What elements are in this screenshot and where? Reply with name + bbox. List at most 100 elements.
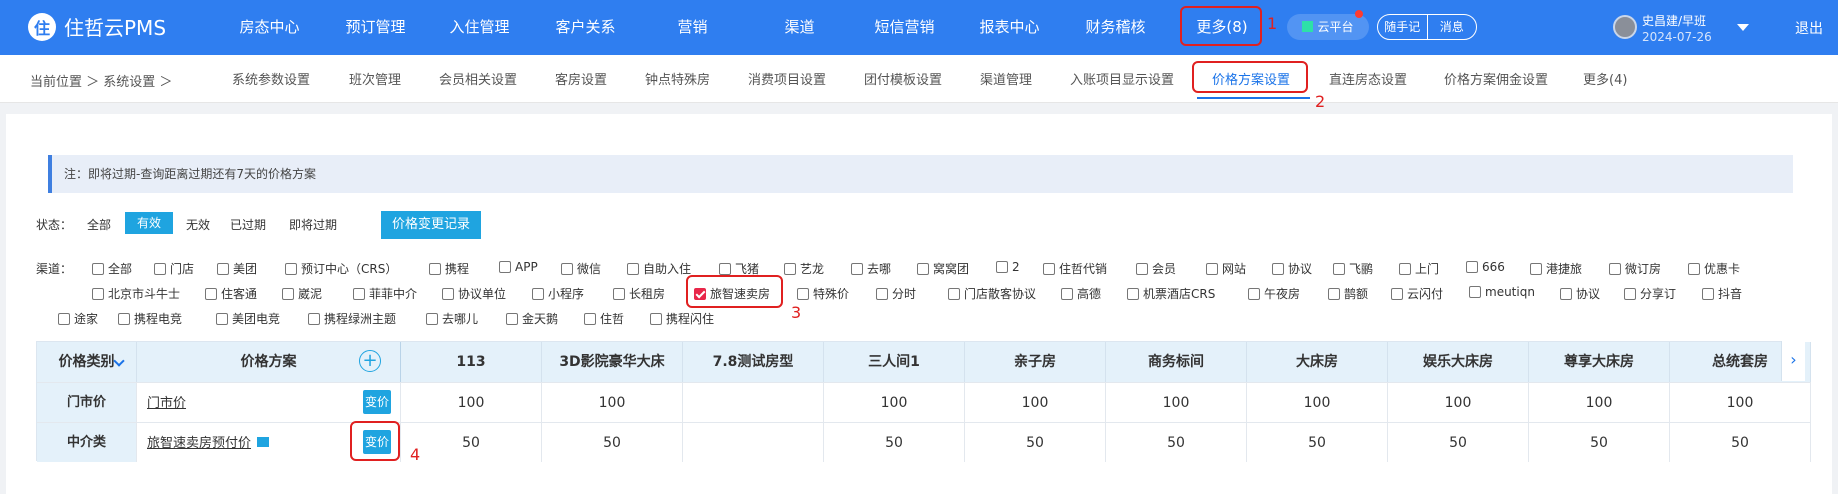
checkbox-icon[interactable] xyxy=(784,262,796,275)
channel-checkbox[interactable]: 美团电竞 xyxy=(216,310,280,327)
checkbox-icon[interactable] xyxy=(876,287,888,300)
subnav-direct-room[interactable]: 直连房态设置 xyxy=(1329,69,1407,88)
channel-checkbox[interactable]: 金天鹅 xyxy=(506,310,558,327)
checkbox-icon[interactable] xyxy=(851,262,863,275)
checkbox-icon[interactable] xyxy=(561,262,573,275)
checkbox-icon[interactable] xyxy=(1624,287,1636,300)
checkbox-icon[interactable] xyxy=(532,287,544,300)
avatar[interactable] xyxy=(1613,15,1637,39)
price-cell[interactable] xyxy=(683,382,824,422)
subnav-more[interactable]: 更多(4) xyxy=(1583,69,1627,88)
channel-checkbox[interactable]: 分享订 xyxy=(1624,285,1676,302)
checkbox-icon[interactable] xyxy=(506,312,518,325)
subnav-group-template[interactable]: 团付模板设置 xyxy=(864,69,942,88)
checkbox-icon[interactable] xyxy=(719,262,731,275)
channel-checkbox[interactable]: 午夜房 xyxy=(1248,285,1300,302)
channel-checkbox[interactable]: 住哲代销 xyxy=(1043,260,1107,277)
checkbox-icon[interactable] xyxy=(996,261,1008,273)
checkbox-icon[interactable] xyxy=(92,262,104,275)
channel-checkbox[interactable]: 鹊额 xyxy=(1328,285,1368,302)
checkbox-icon[interactable] xyxy=(285,262,297,275)
checkbox-icon[interactable] xyxy=(92,287,104,300)
app-logo[interactable]: 住 住哲云PMS xyxy=(28,12,166,41)
checkbox-icon[interactable] xyxy=(1328,287,1340,300)
channel-checkbox[interactable]: 去哪 xyxy=(851,260,891,277)
channel-checkbox[interactable]: 携程绿洲主题 xyxy=(308,310,396,327)
channel-checkbox[interactable]: 会员 xyxy=(1136,260,1176,277)
channel-checkbox[interactable]: 优惠卡 xyxy=(1688,260,1740,277)
checkbox-icon[interactable] xyxy=(308,312,320,325)
channel-checkbox[interactable]: 分时 xyxy=(876,285,916,302)
channel-checkbox[interactable]: 长租房 xyxy=(613,285,665,302)
channel-checkbox[interactable]: APP xyxy=(499,260,538,274)
status-all[interactable]: 全部 xyxy=(87,216,111,233)
checkbox-icon[interactable] xyxy=(1136,262,1148,275)
price-cell[interactable]: 100 xyxy=(1529,382,1670,422)
status-expiring[interactable]: 即将过期 xyxy=(289,216,337,233)
channel-checkbox[interactable]: 住客通 xyxy=(205,285,257,302)
price-cell[interactable]: 100 xyxy=(1106,382,1247,422)
checkbox-icon[interactable] xyxy=(584,312,596,325)
price-cell[interactable]: 100 xyxy=(1247,382,1388,422)
channel-checkbox[interactable]: 666 xyxy=(1466,260,1505,274)
nav-channel[interactable]: 渠道 xyxy=(752,0,847,55)
channel-checkbox[interactable]: 港捷旅 xyxy=(1530,260,1582,277)
status-invalid[interactable]: 无效 xyxy=(186,216,210,233)
channel-checkbox[interactable]: 门店 xyxy=(154,260,194,277)
price-cell[interactable]: 50 xyxy=(1106,422,1247,462)
checkbox-icon[interactable] xyxy=(154,262,166,275)
logout-button[interactable]: 退出 xyxy=(1795,18,1823,38)
checkbox-icon[interactable] xyxy=(1466,261,1478,273)
change-price-button[interactable]: 变价 xyxy=(363,390,391,414)
message-button[interactable]: 消息 xyxy=(1428,15,1477,39)
checkbox-icon[interactable] xyxy=(1469,286,1481,298)
channel-checkbox[interactable]: 小程序 xyxy=(532,285,584,302)
channel-checkbox[interactable]: 2 xyxy=(996,260,1020,274)
price-cell[interactable]: 100 xyxy=(965,382,1106,422)
checkbox-icon[interactable] xyxy=(1061,287,1073,300)
price-cell[interactable]: 50 xyxy=(401,422,542,462)
subnav-system-params[interactable]: 系统参数设置 xyxy=(232,69,310,88)
channel-checkbox[interactable]: 飞鹂 xyxy=(1333,260,1373,277)
checkbox-icon[interactable] xyxy=(426,312,438,325)
checkbox-icon[interactable] xyxy=(1688,262,1700,275)
channel-checkbox[interactable]: 微订房 xyxy=(1609,260,1661,277)
checkbox-icon[interactable] xyxy=(917,262,929,275)
checkbox-icon[interactable] xyxy=(797,287,809,300)
price-cell[interactable]: 50 xyxy=(1247,422,1388,462)
nav-report[interactable]: 报表中心 xyxy=(962,0,1057,55)
checkbox-icon[interactable] xyxy=(353,287,365,300)
channel-checkbox[interactable]: 微信 xyxy=(561,260,601,277)
price-cell[interactable] xyxy=(683,422,824,462)
checkbox-icon[interactable] xyxy=(1272,262,1284,275)
status-valid[interactable]: 有效 xyxy=(125,212,174,234)
channel-checkbox[interactable]: 抖音 xyxy=(1702,285,1742,302)
chevron-right-icon[interactable]: › xyxy=(1781,341,1805,381)
checkbox-icon[interactable] xyxy=(118,312,130,325)
price-cell[interactable]: 50 xyxy=(542,422,683,462)
subnav-channel-manage[interactable]: 渠道管理 xyxy=(980,69,1032,88)
channel-checkbox[interactable]: 携程闪住 xyxy=(650,310,714,327)
channel-checkbox[interactable]: 菲菲中介 xyxy=(353,285,417,302)
checkbox-icon[interactable] xyxy=(1560,287,1572,300)
nav-finance[interactable]: 财务稽核 xyxy=(1068,0,1163,55)
checkbox-icon[interactable] xyxy=(1530,262,1542,275)
channel-checkbox[interactable]: 美团 xyxy=(217,260,257,277)
user-menu-caret-icon[interactable] xyxy=(1737,24,1749,31)
channel-checkbox[interactable]: 特殊价 xyxy=(797,285,849,302)
checkbox-icon[interactable] xyxy=(205,287,217,300)
price-cell[interactable]: 100 xyxy=(401,382,542,422)
price-cell[interactable]: 100 xyxy=(824,382,965,422)
checkbox-icon[interactable] xyxy=(948,287,960,300)
channel-checkbox[interactable]: 云闪付 xyxy=(1391,285,1443,302)
channel-checkbox[interactable]: 高德 xyxy=(1061,285,1101,302)
checkbox-icon[interactable] xyxy=(1248,287,1260,300)
channel-checkbox[interactable]: 携程 xyxy=(429,260,469,277)
checkbox-icon[interactable] xyxy=(1399,262,1411,275)
channel-checkbox[interactable]: 崴泥 xyxy=(282,285,322,302)
checkbox-icon[interactable] xyxy=(1702,287,1714,300)
price-cell[interactable]: 100 xyxy=(1388,382,1529,422)
price-cell[interactable]: 100 xyxy=(1670,382,1811,422)
checkbox-icon[interactable] xyxy=(442,287,454,300)
add-plan-icon[interactable]: + xyxy=(359,350,381,372)
